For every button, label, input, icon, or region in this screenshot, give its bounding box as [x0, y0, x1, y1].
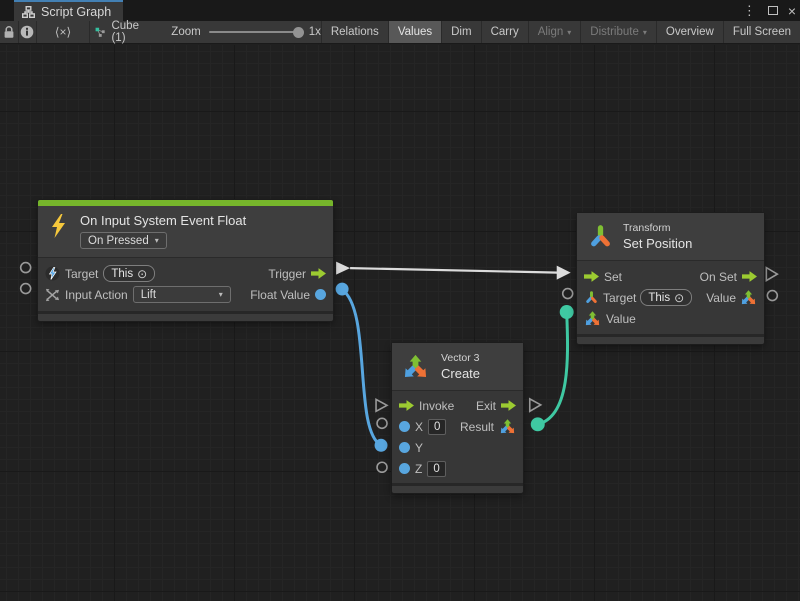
float-port-dot[interactable]: [315, 289, 326, 300]
x-value-field[interactable]: 0: [428, 419, 446, 435]
port-y-in[interactable]: [375, 439, 388, 452]
port-event-inputaction-in[interactable]: [21, 284, 31, 294]
chevron-down-icon: ▾: [643, 28, 647, 37]
float-port-dot[interactable]: [399, 421, 410, 432]
flow-arrow-icon[interactable]: [501, 400, 516, 411]
float-port-dot[interactable]: [399, 442, 410, 453]
chevron-down-icon: ▾: [155, 236, 159, 245]
tab-title: Script Graph: [41, 5, 111, 19]
window-menu-icon[interactable]: ⋮: [741, 4, 758, 17]
node-footer: [577, 334, 764, 344]
port-z-in[interactable]: [377, 462, 387, 472]
input-action-icon: [45, 288, 60, 302]
port-event-target-in[interactable]: [21, 263, 31, 273]
graph-hierarchy-icon: [22, 6, 35, 18]
port-trigger-out[interactable]: [336, 262, 350, 275]
graph-toolbar: ⟨×⟩ Cube (1) Zoom 1x Relations Values Di…: [0, 21, 800, 44]
z-value-field[interactable]: 0: [427, 461, 445, 477]
full-screen-button[interactable]: Full Screen: [724, 21, 800, 43]
flow-arrow-icon[interactable]: [584, 271, 599, 282]
port-exit-out[interactable]: [530, 399, 541, 411]
distribute-dropdown[interactable]: Distribute ▾: [581, 21, 657, 43]
event-mode-dropdown[interactable]: On Pressed ▾: [80, 232, 167, 249]
node-title: On Input System Event Float: [80, 213, 246, 228]
lightning-bolt-icon: [48, 213, 68, 239]
port-transform-value-out[interactable]: [767, 291, 777, 301]
flow-arrow-icon[interactable]: [311, 268, 326, 279]
port-set-in[interactable]: [557, 266, 571, 280]
graph-canvas[interactable]: On Input System Event Float On Pressed ▾…: [0, 45, 800, 601]
port-float-value-out[interactable]: [336, 283, 349, 296]
node-footer: [38, 311, 333, 321]
close-icon[interactable]: ×: [788, 4, 796, 18]
flow-arrow-icon[interactable]: [399, 400, 414, 411]
port-x-in[interactable]: [377, 418, 387, 428]
zoom-slider[interactable]: [209, 31, 301, 33]
code-view-glyph: ⟨×⟩: [55, 25, 71, 39]
tab-script-graph[interactable]: Script Graph: [14, 0, 123, 21]
wire-result-to-value[interactable]: [538, 313, 568, 425]
node-vector3-create[interactable]: Vector 3 Create Invoke Exit X 0: [392, 343, 523, 493]
scope-icon: ⊙: [137, 268, 147, 280]
vector3-icon: [402, 353, 429, 380]
float-port-dot[interactable]: [399, 463, 410, 474]
lock-icon: [3, 26, 15, 39]
values-button[interactable]: Values: [389, 21, 442, 43]
chevron-down-icon: ▾: [219, 290, 223, 299]
port-result-out[interactable]: [531, 417, 545, 431]
vector3-icon[interactable]: [584, 310, 601, 327]
port-onset-out[interactable]: [766, 268, 777, 281]
maximize-icon[interactable]: [768, 6, 778, 15]
dim-button[interactable]: Dim: [442, 21, 481, 43]
port-invoke-in[interactable]: [376, 399, 387, 411]
flow-arrow-icon[interactable]: [742, 271, 757, 282]
code-view-toggle[interactable]: ⟨×⟩: [37, 21, 90, 43]
wire-trigger-to-set[interactable]: [350, 268, 558, 272]
port-value-in[interactable]: [560, 305, 574, 319]
transform-icon: [587, 223, 614, 250]
zoom-control: Zoom 1x: [153, 21, 321, 43]
graph-node-icon: [95, 25, 106, 40]
lock-button[interactable]: [0, 21, 19, 43]
zoom-value: 1x: [309, 26, 321, 38]
wire-floatvalue-to-y[interactable]: [342, 290, 381, 446]
input-action-dropdown[interactable]: Lift ▾: [133, 286, 231, 303]
tab-bar: Script Graph ⋮ ×: [0, 0, 800, 21]
overview-button[interactable]: Overview: [657, 21, 724, 43]
vector3-icon[interactable]: [740, 289, 757, 306]
zoom-slider-handle[interactable]: [293, 27, 304, 38]
gameobject-event-icon: [45, 266, 60, 281]
zoom-label: Zoom: [171, 26, 200, 38]
target-object-field[interactable]: This ⊙: [640, 289, 692, 306]
node-on-input-system-event-float[interactable]: On Input System Event Float On Pressed ▾…: [38, 200, 333, 321]
port-transform-target-in[interactable]: [563, 289, 573, 299]
info-button[interactable]: [19, 21, 38, 43]
align-dropdown[interactable]: Align ▾: [529, 21, 582, 43]
vector3-icon[interactable]: [499, 418, 516, 435]
transform-icon: [584, 290, 599, 305]
carry-button[interactable]: Carry: [482, 21, 529, 43]
chevron-down-icon: ▾: [567, 28, 571, 37]
relations-button[interactable]: Relations: [322, 21, 389, 43]
node-transform-set-position[interactable]: Transform Set Position Set On Set Target: [577, 213, 764, 344]
breadcrumb-label: Cube (1): [111, 20, 143, 44]
node-footer: [392, 483, 523, 493]
target-object-field[interactable]: This ⊙: [103, 265, 155, 282]
breadcrumb[interactable]: Cube (1): [90, 21, 154, 43]
scope-icon: ⊙: [674, 292, 684, 304]
info-icon: [20, 25, 34, 39]
